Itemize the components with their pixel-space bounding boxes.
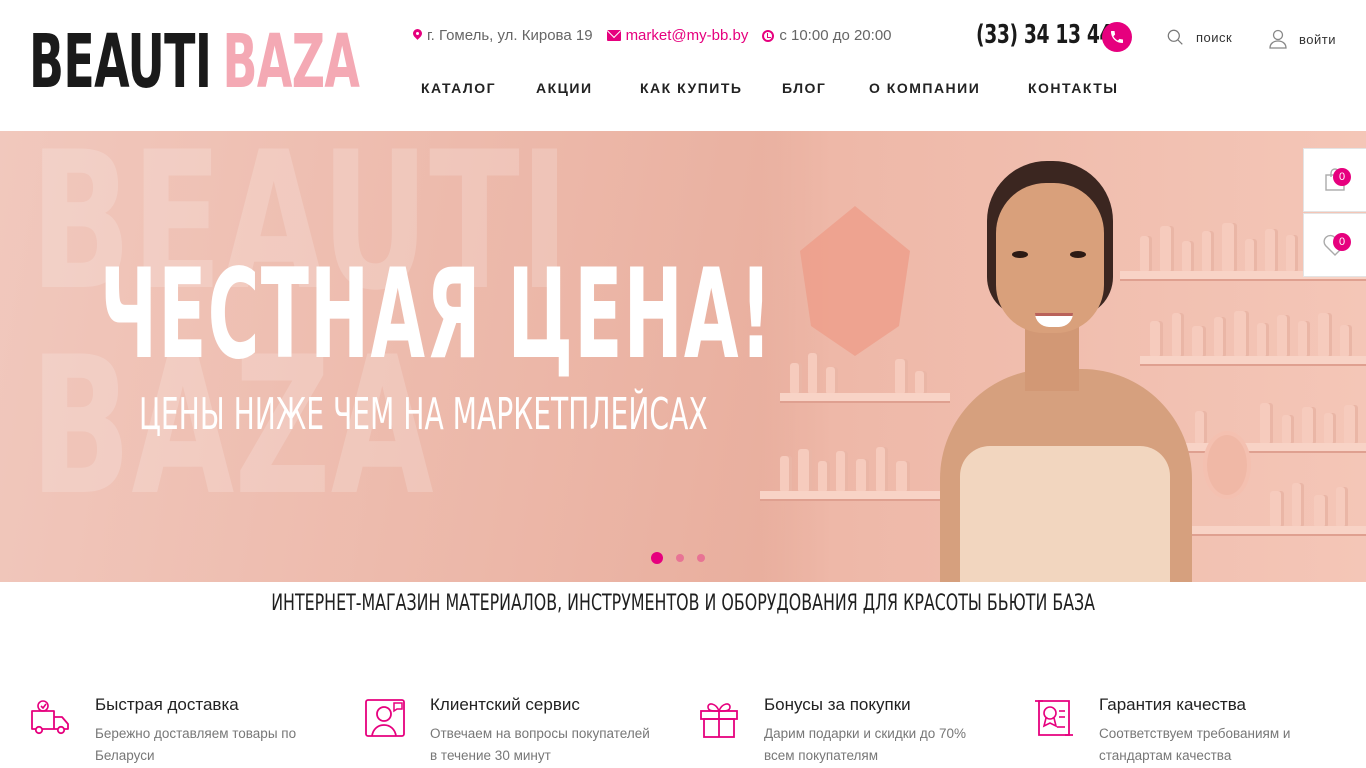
search-button[interactable]: поиск <box>1167 29 1232 46</box>
site-header: BEAUTI BAZA г. Гомель, ул. Кирова 19 mar… <box>0 0 1366 131</box>
email-link[interactable]: market@my-bb.by <box>606 27 749 44</box>
cart-count-badge: 0 <box>1333 168 1351 186</box>
feature-delivery: Быстрая доставка Бережно доставляем това… <box>29 695 329 765</box>
feature-service: Клиентский сервис Отвечаем на вопросы по… <box>364 695 664 765</box>
contact-info: г. Гомель, ул. Кирова 19 market@my-bb.by… <box>413 27 892 44</box>
product-bottle <box>818 461 830 491</box>
product-bottle <box>876 447 888 491</box>
product-bottle <box>856 459 869 491</box>
clock-icon <box>762 29 775 42</box>
product-bottle <box>780 456 792 491</box>
nav-contacts[interactable]: КОНТАКТЫ <box>1028 80 1118 96</box>
product-bottle <box>1318 313 1332 356</box>
customer-support-icon <box>365 699 405 737</box>
feature-title: Бонусы за покупки <box>764 695 911 714</box>
product-bottle <box>895 359 908 393</box>
nav-blog[interactable]: БЛОГ <box>782 80 826 96</box>
feature-desc: Бережно доставляем товары по Беларуси <box>95 726 297 763</box>
product-bottle <box>1292 483 1304 526</box>
product-bottle <box>798 449 812 491</box>
product-bottle <box>1245 239 1257 271</box>
hero-slider[interactable]: BEAUTI BAZA ЧЕСТНАЯ ЦЕНА! ЦЕНЫ НИЖЕ ЧЕМ … <box>0 131 1366 582</box>
feature-bonuses: Бонусы за покупки Дарим подарки и скидки… <box>698 695 998 765</box>
shelf <box>780 393 950 401</box>
product-bottle <box>1336 487 1348 526</box>
slider-dot-3[interactable] <box>697 554 705 562</box>
address-text: г. Гомель, ул. Кирова 19 <box>427 27 593 44</box>
hero-subtitle: ЦЕНЫ НИЖЕ ЧЕМ НА МАРКЕТПЛЕЙСАХ <box>139 389 708 440</box>
product-bottle <box>1234 311 1249 356</box>
product-bottle <box>1302 407 1316 443</box>
product-bottle <box>1298 321 1310 356</box>
feature-title: Клиентский сервис <box>430 695 580 714</box>
feature-desc: Дарим подарки и скидки до 70% всем покуп… <box>764 726 967 763</box>
product-bottle <box>1257 323 1269 356</box>
feature-title: Гарантия качества <box>1099 695 1246 714</box>
product-bottle <box>826 367 838 393</box>
slider-dot-1[interactable] <box>651 552 663 564</box>
nav-how-to-buy[interactable]: КАК КУПИТЬ <box>640 80 742 96</box>
delivery-truck-icon <box>31 700 69 735</box>
quality-certificate-icon <box>1035 700 1073 736</box>
map-pin-icon <box>413 29 422 42</box>
logo-text-pink: BAZA <box>222 19 360 105</box>
site-logo[interactable]: BEAUTI BAZA <box>29 19 360 105</box>
feature-desc: Отвечаем на вопросы покупателей в течени… <box>430 726 650 763</box>
product-bottle <box>1270 491 1284 526</box>
site-tagline: ИНТЕРНЕТ-МАГАЗИН МАТЕРИАЛОВ, ИНСТРУМЕНТО… <box>0 591 1366 616</box>
working-hours: с 10:00 до 20:00 <box>762 27 892 44</box>
nav-catalog[interactable]: КАТАЛОГ <box>421 80 496 96</box>
product-bottle <box>1340 325 1352 356</box>
product-bottle <box>1344 405 1358 443</box>
product-bottle <box>896 461 910 491</box>
product-bottle <box>1324 413 1336 443</box>
logo-text-dark: BEAUTI <box>29 19 212 105</box>
feature-quality: Гарантия качества Соответствуем требован… <box>1033 695 1333 765</box>
product-bottle <box>1260 403 1273 443</box>
favorites-button[interactable]: 0 <box>1303 213 1366 277</box>
product-bottle <box>808 353 820 393</box>
product-bottle <box>836 451 848 491</box>
call-button[interactable] <box>1102 22 1132 52</box>
product-bottle <box>1314 495 1328 526</box>
cart-button[interactable]: 0 <box>1303 148 1366 212</box>
slider-dot-2[interactable] <box>676 554 684 562</box>
email-text: market@my-bb.by <box>625 27 749 44</box>
product-bottle <box>1286 235 1298 271</box>
login-label: войти <box>1299 31 1336 47</box>
envelope-icon <box>606 30 621 41</box>
address: г. Гомель, ул. Кирова 19 <box>413 27 593 44</box>
user-icon <box>1269 29 1287 49</box>
hours-text: с 10:00 до 20:00 <box>779 27 892 44</box>
product-bottle <box>1265 229 1278 271</box>
login-button[interactable]: войти <box>1269 29 1336 49</box>
product-bottle <box>915 371 927 393</box>
nav-about[interactable]: О КОМПАНИИ <box>869 80 980 96</box>
phone-icon <box>1111 31 1123 43</box>
feature-title: Быстрая доставка <box>95 695 239 714</box>
product-bottle <box>1277 315 1290 356</box>
tagline-text: ИНТЕРНЕТ-МАГАЗИН МАТЕРИАЛОВ, ИНСТРУМЕНТО… <box>271 591 1095 616</box>
shelf <box>760 491 940 499</box>
gift-icon <box>700 703 738 738</box>
product-bottle <box>1282 415 1294 443</box>
favorites-count-badge: 0 <box>1333 233 1351 251</box>
search-label: поиск <box>1196 30 1233 45</box>
feature-desc: Соответствуем требованиям и стандартам к… <box>1099 726 1291 763</box>
search-icon <box>1167 29 1183 45</box>
hero-title: ЧЕСТНАЯ ЦЕНА! <box>100 243 774 387</box>
product-bottle <box>790 363 802 393</box>
hero-model-photo <box>930 161 1230 582</box>
nav-promotions[interactable]: АКЦИИ <box>536 80 593 96</box>
slider-pagination <box>651 552 705 564</box>
